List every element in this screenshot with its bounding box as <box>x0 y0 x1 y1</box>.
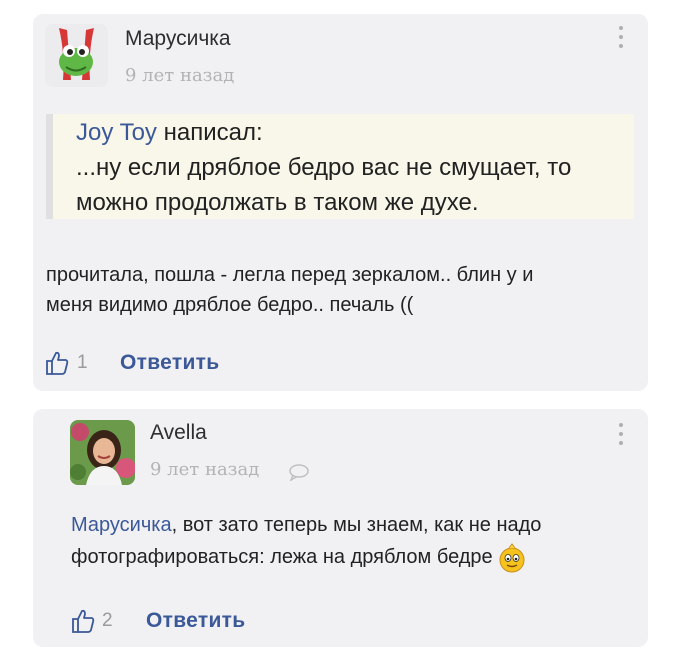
comment-text: прочитала, пошла - легла перед зеркалом.… <box>46 260 533 320</box>
more-options-icon[interactable] <box>618 423 624 450</box>
comment-author[interactable]: Avella <box>150 421 207 445</box>
like-count: 2 <box>102 610 113 631</box>
user-photo-icon <box>70 420 135 485</box>
quote-text-line: ...ну если дряблое бедро вас не смущает,… <box>76 154 572 181</box>
comment-author[interactable]: Марусичка <box>125 27 231 51</box>
quote-block: Joy Toy написал: ...ну если дряблое бедр… <box>46 114 634 219</box>
frog-avatar-icon <box>45 24 108 87</box>
comment-text-fragment: , вот зато теперь мы знаем, как не надо <box>171 514 542 536</box>
like-count: 1 <box>77 352 88 373</box>
reply-button[interactable]: Ответить <box>120 351 219 375</box>
comment-timestamp: 9 лет назад <box>125 65 235 86</box>
quote-verb: написал: <box>163 119 263 146</box>
quote-author[interactable]: Joy Toy <box>76 119 157 146</box>
quote-header: Joy Toy написал: <box>76 119 263 147</box>
quote-text-line: можно продолжать в таком же духе. <box>76 189 479 216</box>
like-icon[interactable] <box>70 608 96 634</box>
comment-timestamp: 9 лет назад <box>150 459 260 480</box>
speech-bubble-icon[interactable] <box>288 463 310 482</box>
comment-text-fragment: фотографироваться: лежа на дряблом бедре <box>71 546 493 568</box>
avatar[interactable] <box>70 420 135 485</box>
comment-text: Марусичка, вот зато теперь мы знаем, как… <box>71 510 541 573</box>
like-icon[interactable] <box>44 350 70 376</box>
reply-button[interactable]: Ответить <box>146 609 245 633</box>
comment-text-line: Марусичка, вот зато теперь мы знаем, как… <box>71 510 541 540</box>
comment-text-line: фотографироваться: лежа на дряблом бедре <box>71 542 541 573</box>
smiley-emoji-icon <box>497 542 527 573</box>
comment-text-line: меня видимо дряблое бедро.. печаль (( <box>46 294 414 316</box>
avatar[interactable] <box>45 24 108 87</box>
more-options-icon[interactable] <box>618 26 624 53</box>
quote-bar <box>46 114 53 219</box>
comment-text-line: прочитала, пошла - легла перед зеркалом.… <box>46 264 534 286</box>
mention-link[interactable]: Марусичка <box>71 514 172 536</box>
